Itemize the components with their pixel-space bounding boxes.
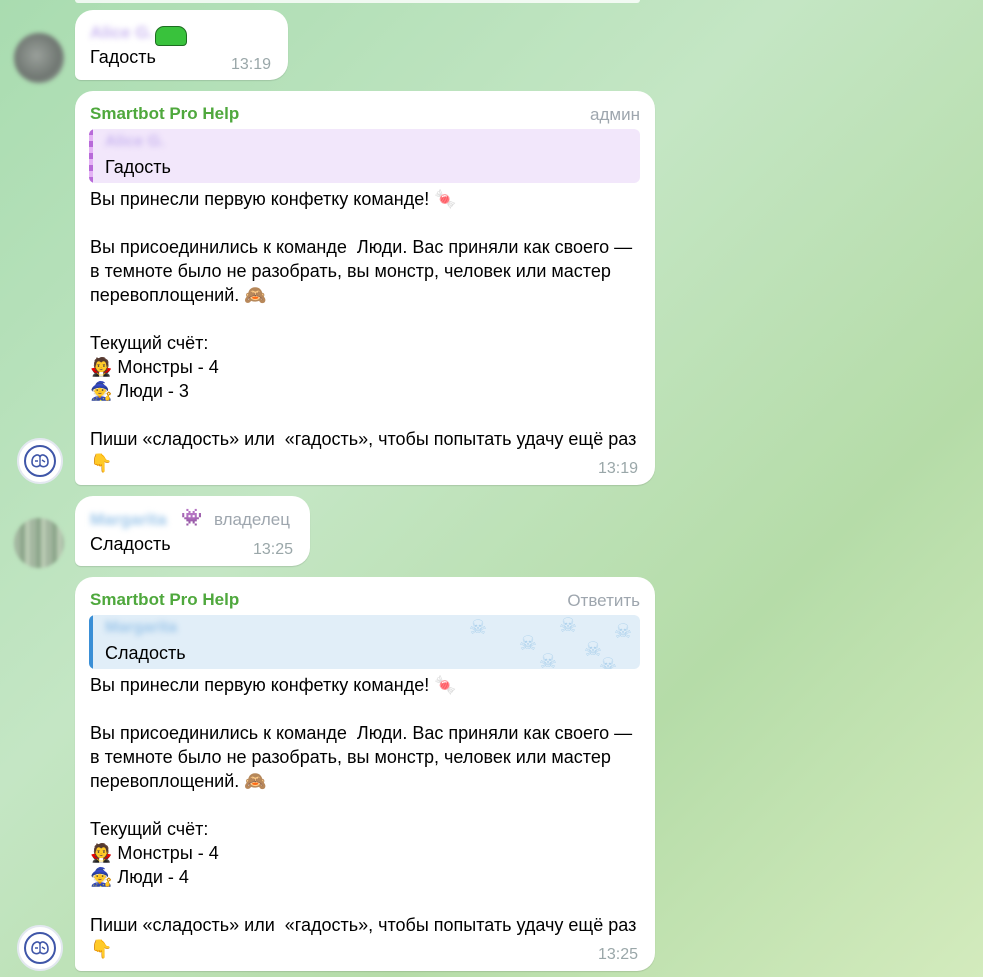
ghost-icon: ☠ [519,633,537,655]
user-avatar-margarita[interactable] [14,518,64,568]
message-time: 13:19 [598,460,639,477]
ghost-icon: ☠ [559,615,577,637]
brain-icon [24,932,56,964]
quote-text: Сладость [105,643,186,663]
sender-name[interactable]: Smartbot Pro Help [90,104,239,124]
sender-name[interactable]: Margarita [90,510,167,530]
message-text: Гадость [90,47,156,67]
previous-message-edge [75,0,640,3]
quote-author: Alice G. [105,133,165,150]
sender-name[interactable]: Alice G. [90,23,153,43]
blue-creature-emoji-icon: 👾 [181,508,203,528]
ghost-icon: ☠ [539,651,557,669]
message-text: Вы принесли первую конфетку команде! 🍬 В… [90,675,637,959]
ghost-icon: ☠ [599,655,617,669]
quote-bar [89,129,93,183]
reply-quote[interactable]: Alice G. Гадость [89,129,640,183]
message-bubble-2[interactable]: Smartbot Pro Help админ Alice G. Гадость… [75,91,655,485]
brain-icon [24,445,56,477]
owner-badge: владелец [214,510,290,529]
message-time: 13:25 [598,946,639,963]
message-bubble-1[interactable]: Alice G. Гадость 13:19 [75,10,288,80]
message-bubble-3[interactable]: Margarita 👾 владелец Сладость 13:25 [75,496,310,566]
sender-name[interactable]: Smartbot Pro Help [90,590,239,610]
message-time: 13:25 [253,541,294,558]
quote-author: Margarita [105,619,178,636]
quote-bar [89,615,93,669]
bot-avatar[interactable] [17,438,63,484]
bot-avatar[interactable] [17,925,63,971]
reply-button[interactable]: Ответить [567,591,640,611]
green-cat-emoji-icon [155,26,187,46]
reply-quote[interactable]: Margarita Сладость ☠ ☠ ☠ ☠ ☠ ☠ ☠ [89,615,640,669]
message-bubble-4[interactable]: Smartbot Pro Help Ответить Margarita Сла… [75,577,655,971]
user-avatar-alice[interactable] [14,33,64,83]
message-text: Сладость [90,534,171,554]
message-time: 13:19 [231,56,272,73]
message-text: Вы принесли первую конфетку команде! 🍬 В… [90,189,637,473]
admin-badge: админ [590,105,640,124]
ghost-icon: ☠ [614,621,632,643]
quote-text: Гадость [105,157,171,177]
ghost-icon: ☠ [469,617,487,639]
